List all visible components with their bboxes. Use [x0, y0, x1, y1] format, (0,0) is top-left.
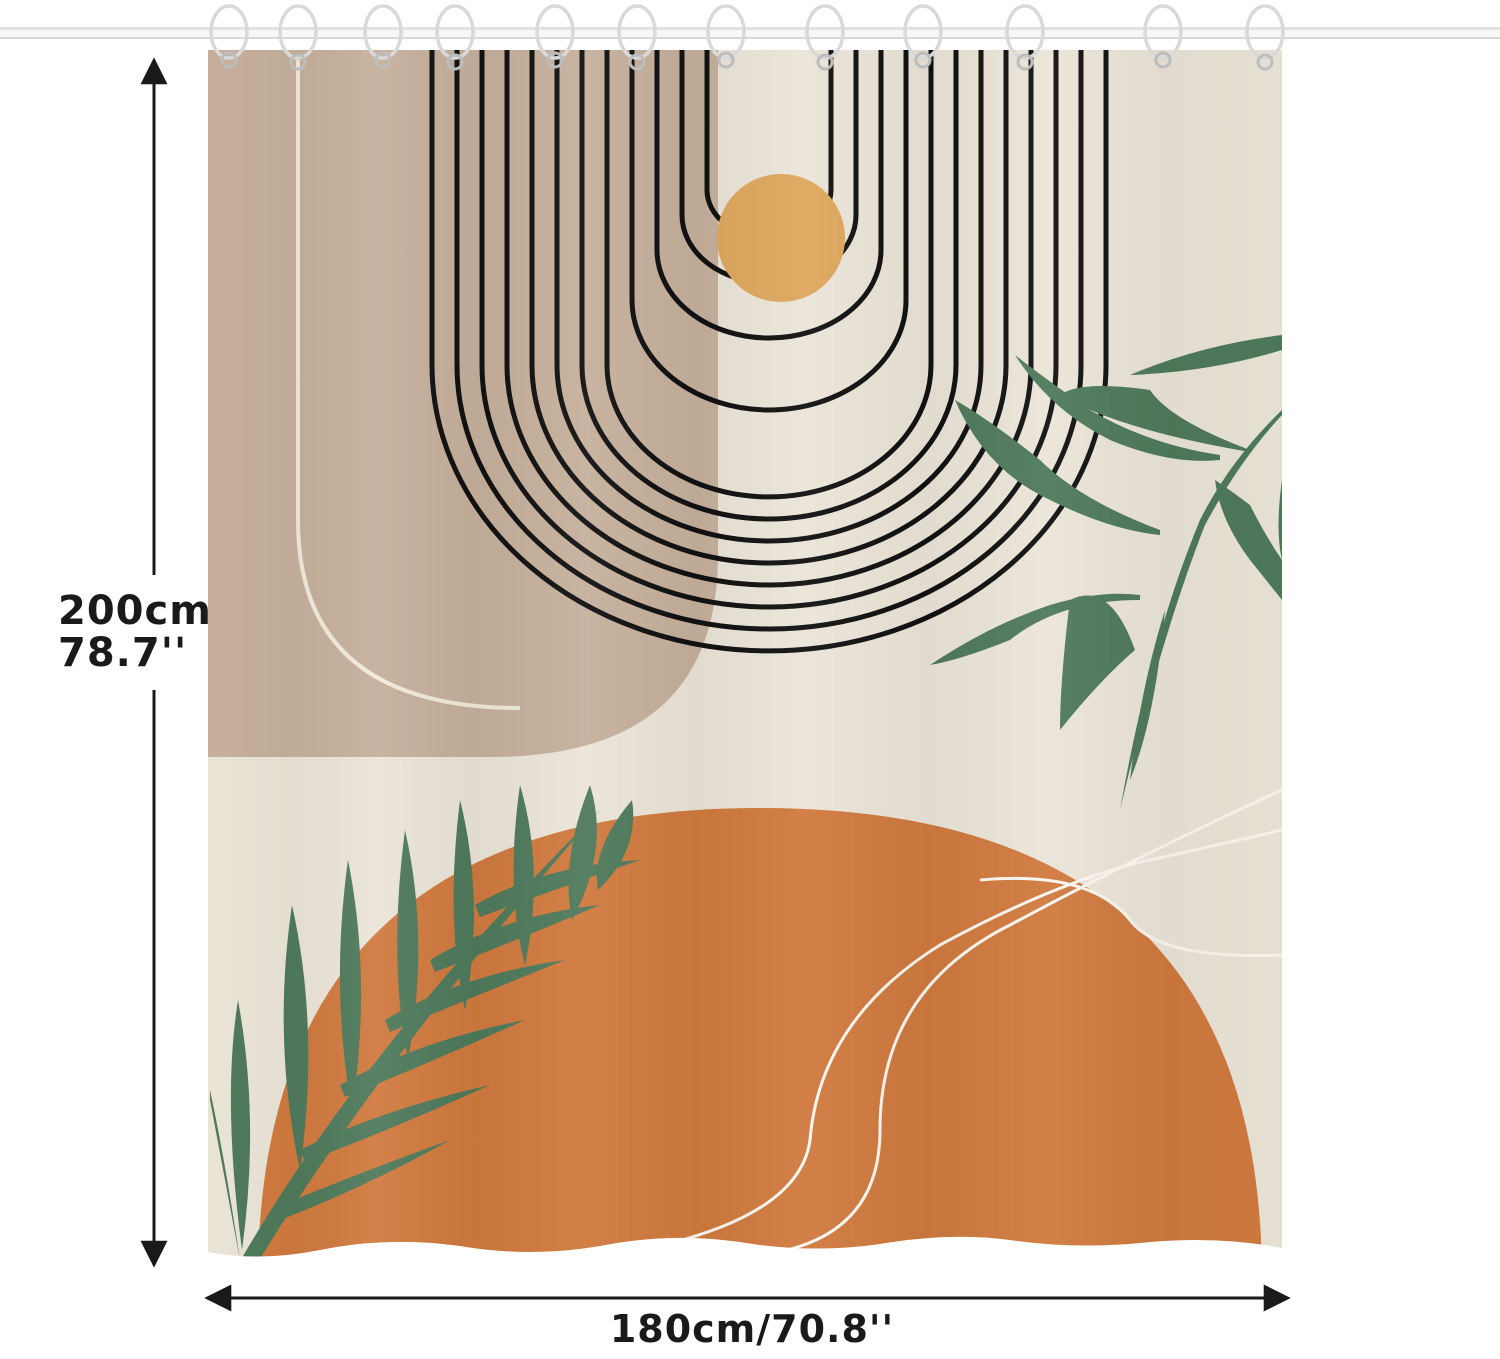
shower-curtain-illustration [0, 4, 1500, 1312]
height-cm-text: 200cm [58, 588, 212, 634]
width-dimension-label: 180cm/70.8'' [0, 1307, 1500, 1351]
height-dimension-label: 200cm 78.7'' [58, 590, 212, 674]
width-text: 180cm/70.8'' [609, 1307, 895, 1351]
height-in-text: 78.7'' [58, 630, 188, 676]
curtain [208, 50, 1282, 1257]
curtain-rod [0, 27, 1500, 39]
